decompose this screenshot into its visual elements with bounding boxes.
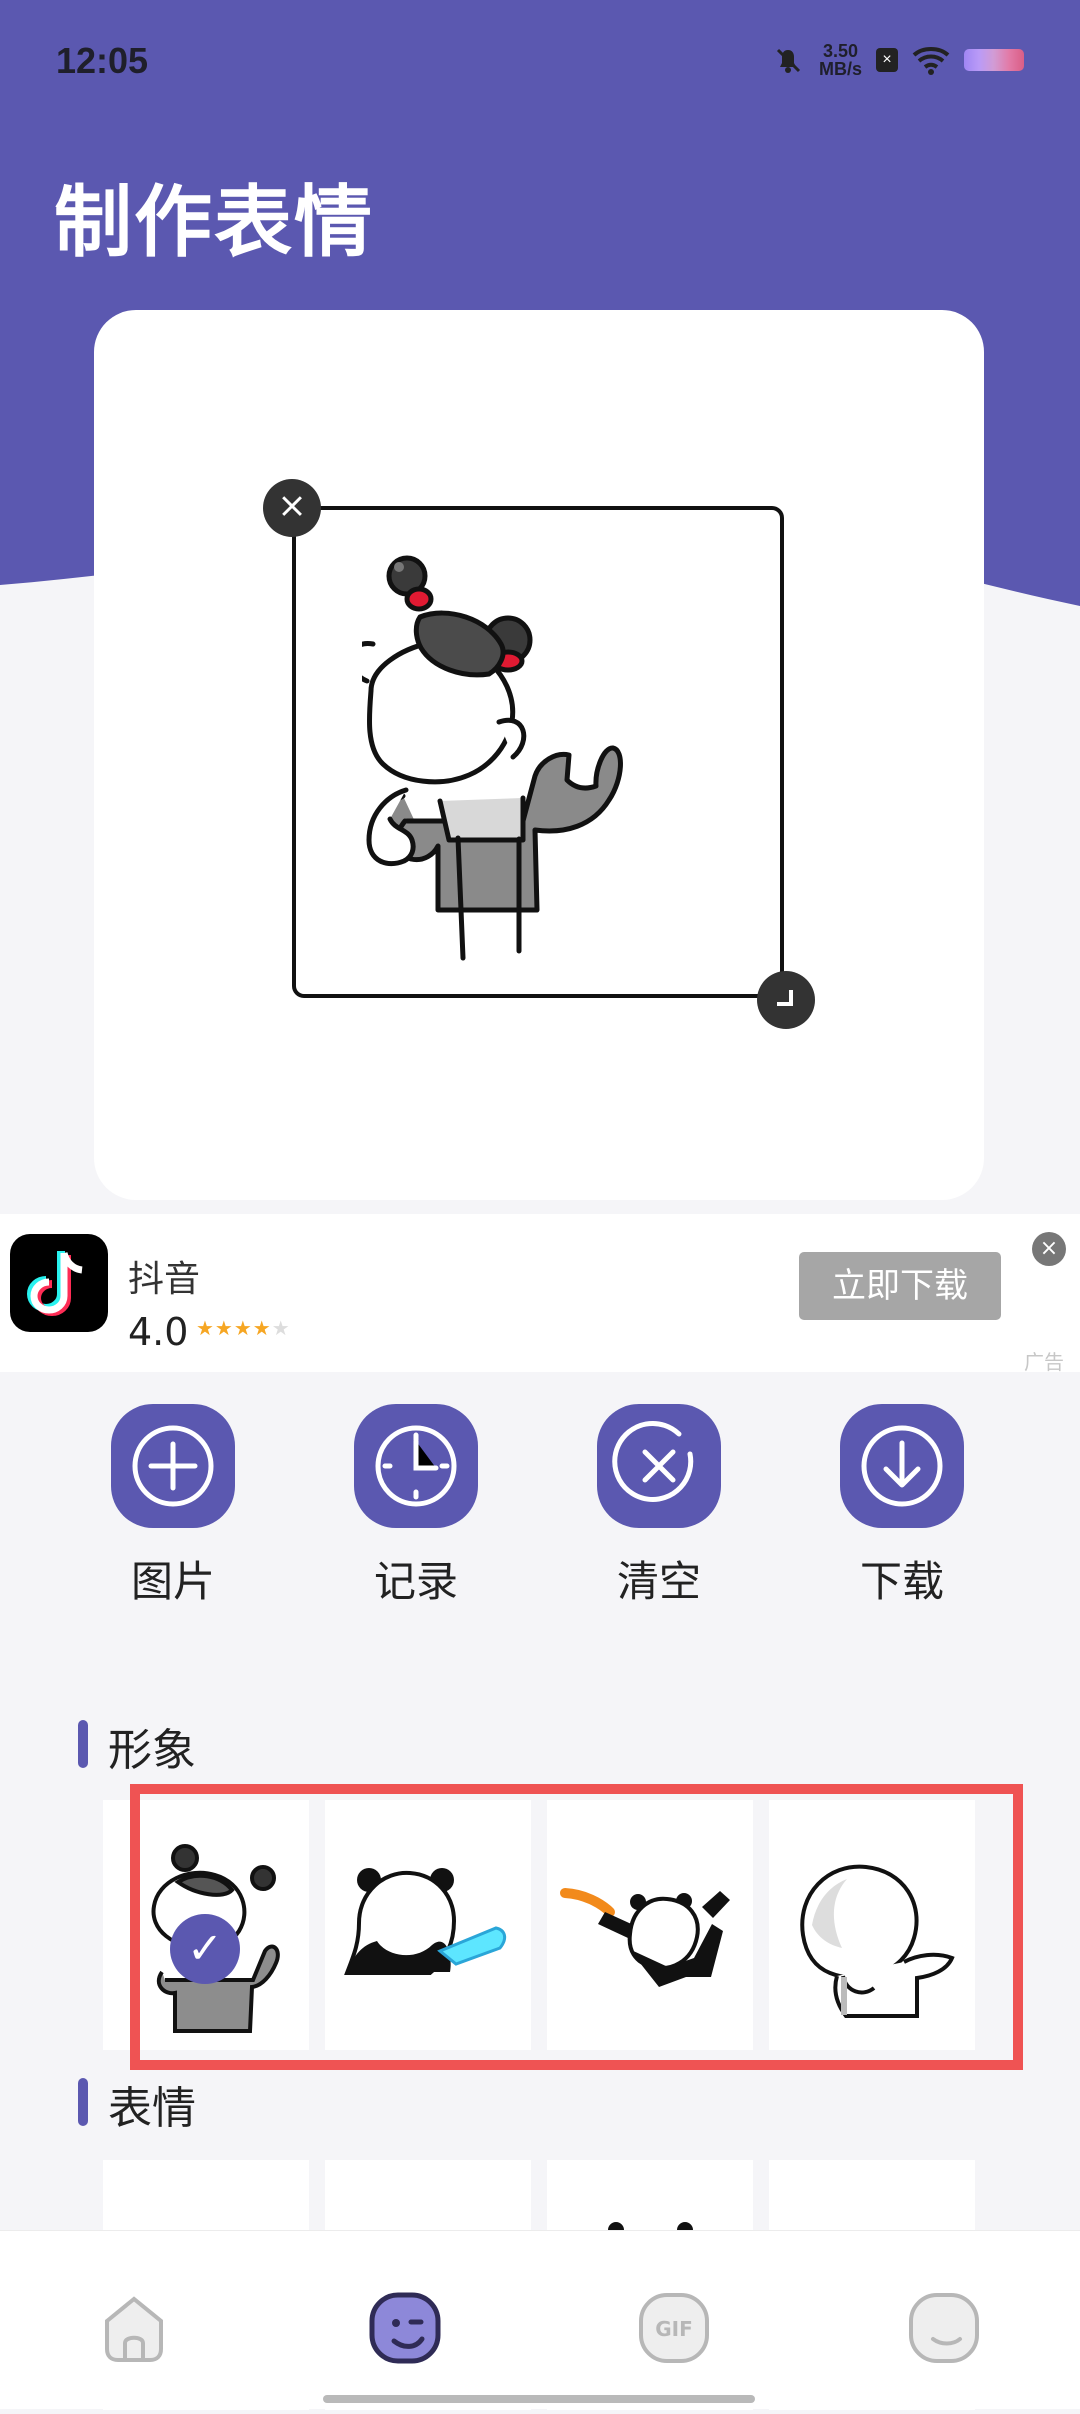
clear-action-label: 清空 [616,1557,701,1606]
page-title: 制作表情 [54,178,375,268]
filled-stars: ★★★★ [196,1316,272,1340]
x-status-icon: × [876,48,898,72]
status-bar: 12:05 3.50 MB/s × [0,0,1080,126]
wifi-icon [912,47,950,75]
girl-sticker-image[interactable] [362,552,704,964]
selected-character-highlight [130,1784,1023,2070]
home-indicator[interactable] [323,2395,755,2403]
bell-muted-icon [776,48,801,73]
close-ad-icon[interactable]: × [1032,1232,1066,1266]
editor-actions: 图片 记录 清空 下载 [0,1404,1080,1606]
ad-app-name: 抖音 [128,1259,201,1300]
network-speed-value: 3.50 [822,41,859,61]
resize-sticker-handle[interactable] [757,971,815,1029]
expression-section-title: 表情 [78,2072,196,2136]
network-speed-unit: MB/s [818,59,862,79]
empty-star: ★ [271,1316,291,1340]
remove-sticker-button[interactable]: × [263,479,321,537]
svg-text:GIF: GIF [655,2317,693,2341]
app-ad-banner[interactable]: 抖音 4.0 ★★★★★ 立即下载 × 广告 [0,1214,1080,1374]
download-icon [840,1404,964,1528]
bottom-navigation: GIF [0,2230,1080,2409]
ad-label: 广告 [1024,1350,1064,1374]
home-icon[interactable] [97,2291,171,2365]
douyin-app-icon[interactable] [10,1234,108,1332]
selected-check-icon: ✓ [170,1914,240,1984]
download-action-label: 下载 [859,1557,944,1606]
clear-action-button[interactable]: 清空 [594,1404,724,1609]
download-now-button[interactable]: 立即下载 [799,1252,1001,1320]
download-action-button[interactable]: 下载 [837,1404,967,1609]
battery-icon [964,49,1024,71]
emoji-maker-icon[interactable] [368,2291,442,2365]
character-section-title: 形象 [78,1714,196,1778]
plus-icon [111,1404,235,1528]
status-icons: 3.50 MB/s × [771,42,1024,78]
history-action-button[interactable]: 记录 [351,1404,481,1609]
image-action-label: 图片 [130,1557,215,1606]
history-action-label: 记录 [373,1557,458,1606]
gif-icon[interactable]: GIF [637,2291,711,2365]
ad-rating-value: 4.0 [128,1310,189,1354]
rating-stars: ★★★★★ [196,1316,291,1340]
image-action-button[interactable]: 图片 [108,1404,238,1609]
clear-icon [597,1404,721,1528]
clock-icon [354,1404,478,1528]
network-speed: 3.50 MB/s [819,42,862,78]
clock-time: 12:05 [56,40,149,81]
sticker-icon[interactable] [907,2291,981,2365]
